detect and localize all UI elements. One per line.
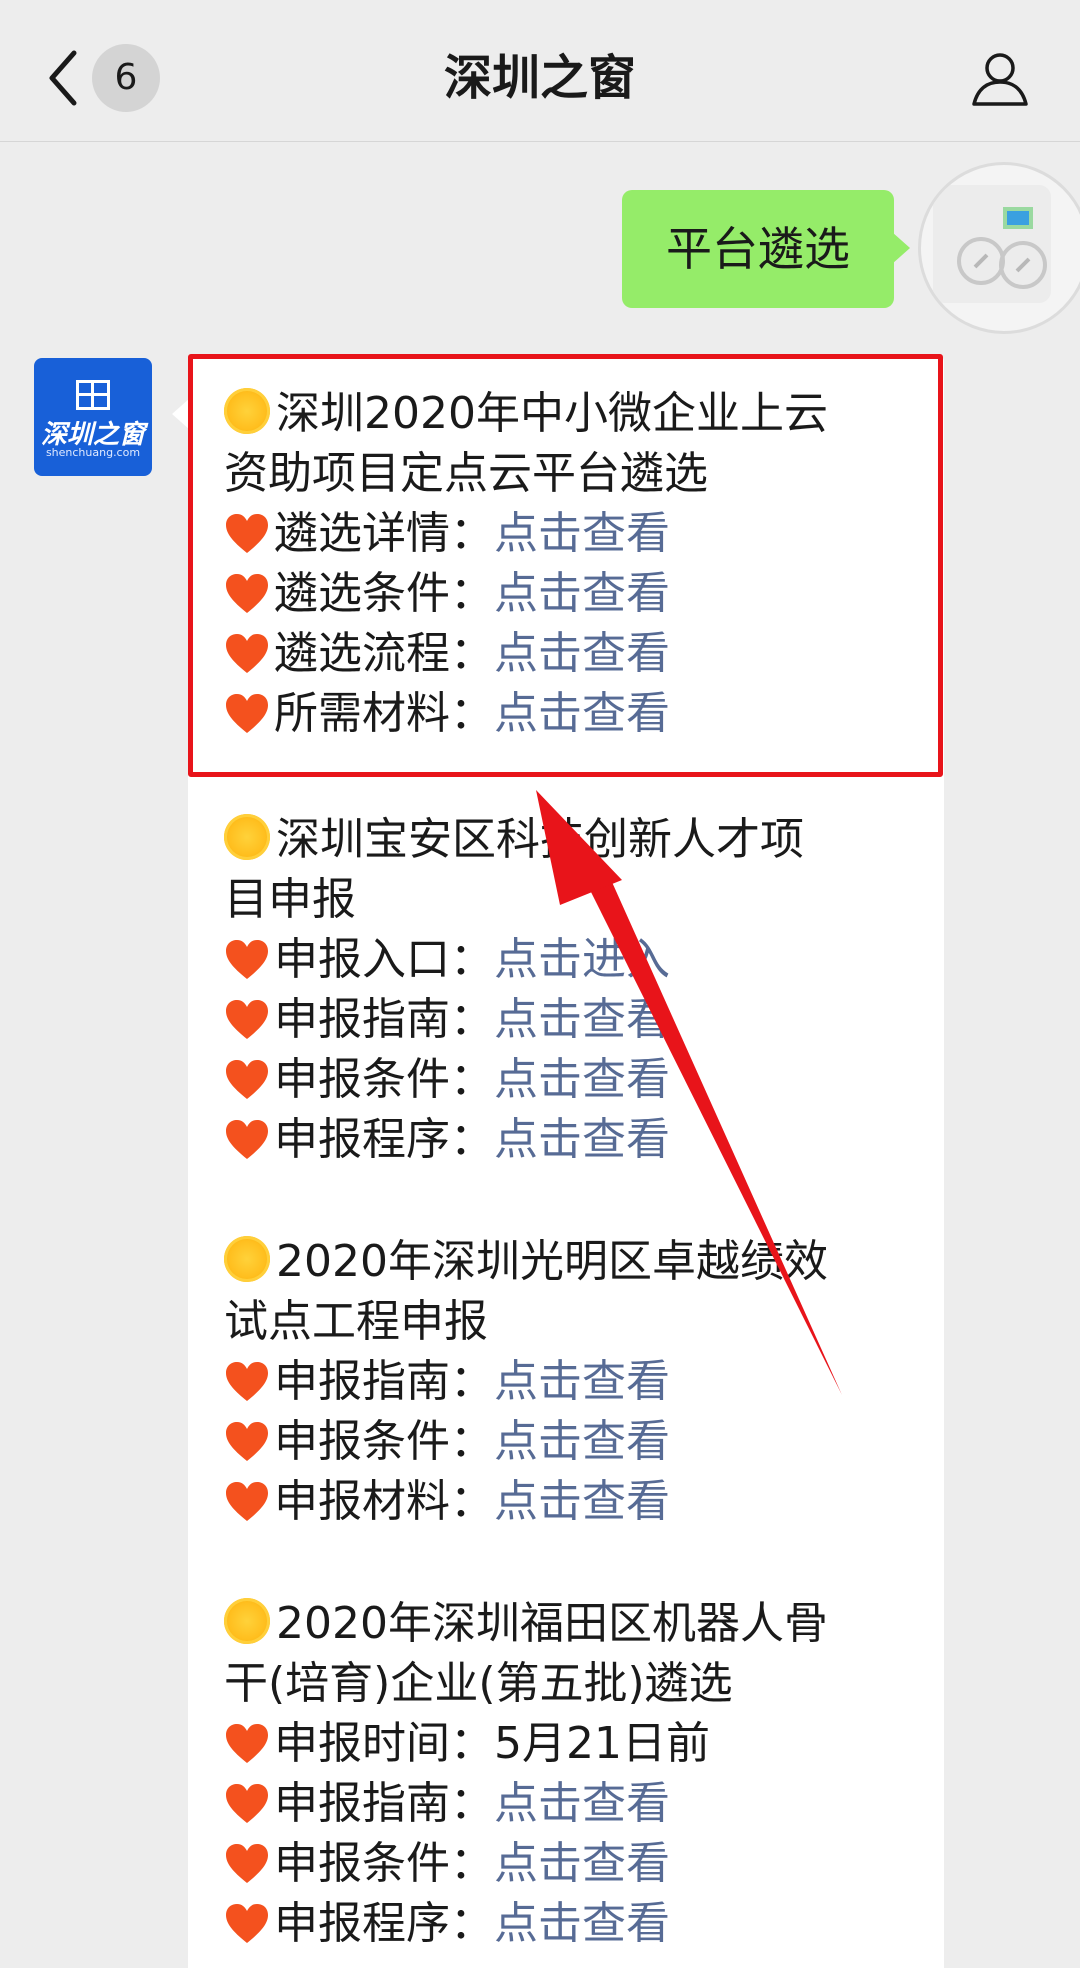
list-item: 所需材料： 点击查看 [224,684,924,744]
view-link[interactable]: 点击查看 [494,684,670,744]
list-item: 申报条件： 点击查看 [224,1050,924,1110]
view-link[interactable]: 点击查看 [494,564,670,624]
heart-icon [226,1784,268,1823]
deadline-text: 5月21日前 [494,1718,710,1769]
sun-icon [224,1236,270,1282]
section-title-line: 资助项目定点云平台遴选 [224,448,708,499]
heart-icon [226,1724,268,1763]
section-title-line: 目申报 [224,874,356,925]
section-title-line: 深圳宝安区科技创新人才项 [224,810,924,870]
section-title-line: 2020年深圳光明区卓越绩效 [224,1232,924,1292]
message-section: 深圳宝安区科技创新人才项 目申报 申报入口： 点击进入 申报指南： 点击查看 申报条… [224,810,924,1170]
view-link[interactable]: 点击查看 [494,1774,670,1834]
chat-header: 6 深圳之窗 [0,0,1080,142]
view-link[interactable]: 点击查看 [494,1110,670,1170]
list-item: 申报条件： 点击查看 [224,1834,924,1894]
section-title-line: 试点工程申报 [224,1296,488,1347]
view-link[interactable]: 点击查看 [494,504,670,564]
list-item: 申报指南： 点击查看 [224,1352,924,1412]
heart-icon [226,574,268,613]
view-link[interactable]: 点击查看 [494,1412,670,1472]
list-item: 申报材料： 点击查看 [224,1472,924,1532]
chevron-left-icon[interactable] [40,45,92,111]
heart-icon [226,694,268,733]
heart-icon [226,634,268,673]
self-avatar[interactable] [918,162,1080,334]
list-item: 申报指南： 点击查看 [224,1774,924,1834]
sun-icon [224,814,270,860]
heart-icon [226,1000,268,1039]
list-item: 申报程序： 点击查看 [224,1110,924,1170]
view-link[interactable]: 点击查看 [494,1050,670,1110]
section-title-line: 深圳2020年中小微企业上云 [224,384,924,444]
list-item: 申报时间： 5月21日前 [224,1714,924,1774]
section-title-line: 2020年深圳福田区机器人骨 [224,1594,924,1654]
view-link[interactable]: 点击查看 [494,990,670,1050]
chat-title: 深圳之窗 [443,50,636,106]
view-link[interactable]: 点击查看 [494,1352,670,1412]
heart-icon [226,1362,268,1401]
section-title-line: 干(培育)企业(第五批)遴选 [224,1658,733,1709]
list-item: 申报程序： 点击查看 [224,1894,924,1954]
sun-icon [224,388,270,434]
view-link[interactable]: 点击查看 [494,624,670,684]
list-item: 遴选条件： 点击查看 [224,564,924,624]
list-item: 遴选详情： 点击查看 [224,504,924,564]
avatar-logo-subtext: shenchuang.com [45,446,141,459]
view-link[interactable]: 点击查看 [494,1894,670,1954]
list-item: 申报条件： 点击查看 [224,1412,924,1472]
message-section: 2020年深圳光明区卓越绩效 试点工程申报 申报指南： 点击查看 申报条件： 点击查… [224,1232,924,1532]
enter-link[interactable]: 点击进入 [494,930,670,990]
sender-avatar[interactable]: 深圳之窗 shenchuang.com [34,358,152,476]
heart-icon [226,1844,268,1883]
heart-icon [226,1482,268,1521]
heart-icon [226,1060,268,1099]
heart-icon [226,940,268,979]
view-link[interactable]: 点击查看 [494,1472,670,1532]
list-item: 申报入口： 点击进入 [224,930,924,990]
message-section: 深圳2020年中小微企业上云 资助项目定点云平台遴选 遴选详情： 点击查看 遴选条… [224,384,924,744]
window-logo-icon [76,380,110,410]
list-item: 申报指南： 点击查看 [224,990,924,1050]
link-icon [933,185,1051,303]
heart-icon [226,1422,268,1461]
outgoing-message-text: 平台遴选 [666,222,850,276]
list-item: 遴选流程： 点击查看 [224,624,924,684]
unread-count-badge[interactable]: 6 [92,44,160,112]
view-link[interactable]: 点击查看 [494,1834,670,1894]
heart-icon [226,514,268,553]
heart-icon [226,1120,268,1159]
sun-icon [224,1598,270,1644]
user-icon[interactable] [970,48,1030,108]
message-section: 2020年深圳福田区机器人骨 干(培育)企业(第五批)遴选 申报时间： 5月21日… [224,1594,924,1954]
outgoing-message-bubble[interactable]: 平台遴选 [622,190,910,308]
heart-icon [226,1904,268,1943]
